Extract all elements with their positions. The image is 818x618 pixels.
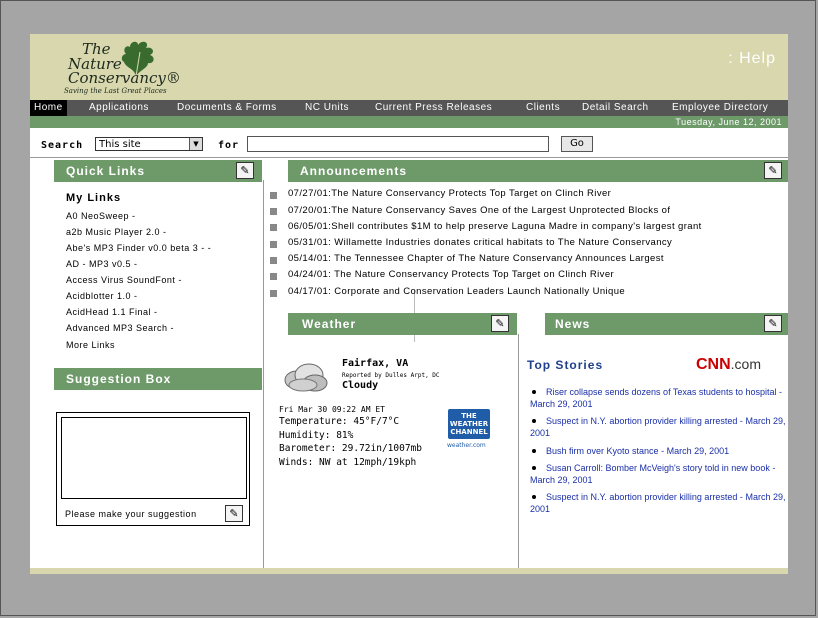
weather-reported-by: Reported by Dulles Arpt, DC: [342, 372, 440, 379]
news-header: News ✎: [545, 313, 788, 335]
logo[interactable]: The Nature Conservancy® Saving the Last …: [64, 38, 181, 96]
suggestion-box-header: Suggestion Box: [54, 368, 262, 390]
footer-bar: [30, 568, 788, 574]
suggestion-box-title: Suggestion Box: [66, 372, 172, 386]
quick-link[interactable]: A0 NeoSweep -: [66, 211, 136, 221]
suggestion-box: Please make your suggestion ✎: [56, 412, 250, 526]
news-title: News: [555, 317, 591, 331]
announcement-link[interactable]: 05/14/01: The Tennessee Chapter of The N…: [288, 253, 664, 264]
column-divider: [518, 334, 519, 568]
quick-link[interactable]: Abe's MP3 Finder v0.0 beta 3 - -: [66, 243, 211, 253]
weather-title: Weather: [302, 317, 357, 331]
pencil-icon[interactable]: ✎: [764, 315, 782, 332]
suggestion-textarea[interactable]: [61, 417, 247, 499]
current-date: Tuesday, June 12, 2001: [675, 117, 782, 127]
bullet: [270, 241, 277, 248]
announcement-link[interactable]: 04/17/01: Corporate and Conservation Lea…: [288, 286, 625, 297]
nav-nc-units[interactable]: NC Units: [305, 100, 349, 116]
quick-link[interactable]: Access Virus SoundFont -: [66, 275, 182, 285]
bullet: [270, 273, 277, 280]
news-title-text: Riser collapse sends dozens of Texas stu…: [546, 387, 777, 397]
logo-conservancy: Conservancy®: [68, 69, 181, 87]
announcement-link[interactable]: 06/05/01:Shell contributes $1M to help p…: [288, 221, 702, 232]
bullet: [270, 208, 277, 215]
chevron-down-icon[interactable]: ▼: [189, 138, 202, 150]
nav-press-releases[interactable]: Current Press Releases: [375, 100, 492, 116]
search-input[interactable]: [247, 136, 549, 152]
announcement-link[interactable]: 05/31/01: Willamette Industries donates …: [288, 237, 672, 248]
nav-documents-forms[interactable]: Documents & Forms: [177, 100, 277, 116]
help-link[interactable]: : Help: [728, 50, 776, 68]
nav-bar: Home Applications Documents & Forms NC U…: [30, 100, 788, 116]
go-button[interactable]: Go: [561, 136, 593, 152]
cnn-logo[interactable]: CNN.com: [696, 356, 761, 374]
quick-link[interactable]: a2b Music Player 2.0 -: [66, 227, 167, 237]
nav-applications[interactable]: Applications: [89, 100, 149, 116]
weather-humidity: Humidity: 81%: [279, 430, 354, 441]
bullet: [270, 224, 277, 231]
news-link[interactable]: Susan Carroll: Bomber McVeigh's story to…: [530, 462, 786, 486]
weather-time: Fri Mar 30 09:22 AM ET: [279, 405, 385, 414]
for-label: for: [218, 140, 240, 151]
logo-tagline: Saving the Last Great Places: [64, 87, 167, 95]
announcements-header: Announcements ✎: [288, 160, 788, 182]
bullet: [270, 192, 277, 199]
search-label: Search: [41, 140, 84, 151]
announcement-link[interactable]: 07/27/01:The Nature Conservancy Protects…: [288, 188, 611, 199]
news-link[interactable]: Suspect in N.Y. abortion provider killin…: [530, 491, 786, 515]
search-scope-value: This site: [99, 139, 141, 150]
page: The Nature Conservancy® Saving the Last …: [30, 34, 788, 574]
quick-link[interactable]: Advanced MP3 Search -: [66, 323, 174, 333]
news-title-text: Suspect in N.Y. abortion provider killin…: [546, 416, 743, 426]
quick-link[interactable]: Acidblotter 1.0 -: [66, 291, 138, 301]
pencil-icon[interactable]: ✎: [491, 315, 509, 332]
weather-temperature: Temperature: 45°F/7°C: [279, 416, 400, 427]
quick-links-header: Quick Links ✎: [54, 160, 262, 182]
news-title-text: Susan Carroll: Bomber McVeigh's story to…: [546, 463, 770, 473]
pencil-icon[interactable]: ✎: [225, 505, 243, 522]
news-link[interactable]: Suspect in N.Y. abortion provider killin…: [530, 415, 786, 439]
quick-links-title: Quick Links: [66, 164, 146, 178]
weather-channel-logo[interactable]: THE WEATHER CHANNEL: [448, 409, 490, 439]
announcement-link[interactable]: 07/20/01:The Nature Conservancy Saves On…: [288, 205, 670, 216]
column-divider: [263, 180, 264, 568]
nav-employee-directory[interactable]: Employee Directory: [672, 100, 768, 116]
pencil-icon[interactable]: ✎: [236, 162, 254, 179]
suggestion-prompt: Please make your suggestion: [65, 509, 197, 519]
bullet: [270, 257, 277, 264]
quick-link[interactable]: AcidHead 1.1 Final -: [66, 307, 158, 317]
nav-detail-search[interactable]: Detail Search: [582, 100, 649, 116]
search-scope-select[interactable]: This site ▼: [95, 137, 203, 151]
weather-header: Weather ✎: [288, 313, 517, 335]
announcements-title: Announcements: [300, 164, 408, 178]
cnn-logo-text: CNN: [696, 356, 731, 373]
weather-winds: Winds: NW at 12mph/19kph: [279, 457, 417, 468]
weather-city: Fairfax, VA: [342, 358, 409, 369]
header: The Nature Conservancy® Saving the Last …: [30, 34, 788, 100]
nav-clients[interactable]: Clients: [526, 100, 560, 116]
weather-condition: Cloudy: [342, 380, 379, 391]
news-link[interactable]: Riser collapse sends dozens of Texas stu…: [530, 386, 786, 410]
news-link[interactable]: Bush firm over Kyoto stance - March 29, …: [530, 445, 786, 457]
bullet: [270, 290, 277, 297]
news-title-text: Suspect in N.Y. abortion provider killin…: [546, 492, 743, 502]
quick-link[interactable]: AD - MP3 v0.5 -: [66, 259, 138, 269]
nav-home[interactable]: Home: [30, 100, 67, 116]
cloud-icon: [284, 363, 328, 392]
more-links[interactable]: More Links: [66, 340, 115, 350]
top-stories-heading: Top Stories: [527, 358, 604, 372]
weather-barometer: Barometer: 29.72in/1007mb: [279, 443, 422, 454]
pencil-icon[interactable]: ✎: [764, 162, 782, 179]
news-date: - March 29, 2001: [661, 446, 730, 456]
cnn-logo-suffix: .com: [730, 356, 762, 372]
divider: [30, 157, 788, 158]
date-bar: Tuesday, June 12, 2001: [30, 116, 788, 128]
news-title-text: Bush firm over Kyoto stance: [546, 446, 659, 456]
weather-channel-url[interactable]: weather.com: [447, 442, 486, 449]
my-links-heading: My Links: [66, 192, 122, 204]
announcement-link[interactable]: 04/24/01: The Nature Conservancy Protect…: [288, 269, 614, 280]
